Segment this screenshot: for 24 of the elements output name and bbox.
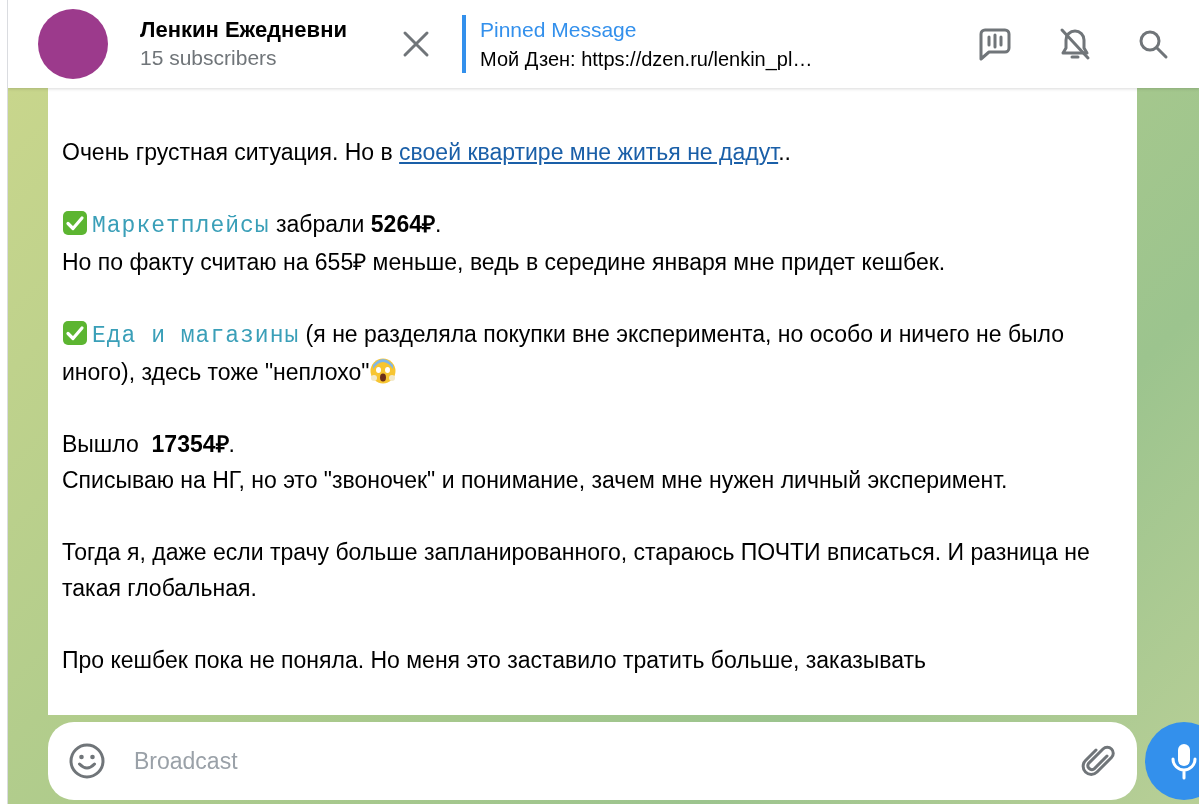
close-icon[interactable] bbox=[402, 30, 430, 58]
smiley-icon[interactable] bbox=[68, 742, 106, 780]
message-text: Тогда я, даже если трачу больше запланированного, стараюсь ПОЧТИ вписаться. И разница не такая глобальная. bbox=[62, 538, 1091, 603]
message-text: Вышло 17354₽. bbox=[62, 430, 236, 459]
voice-chat-icon[interactable] bbox=[977, 26, 1013, 62]
text-link[interactable]: своей квартире мне житья не дадут bbox=[399, 139, 779, 165]
message-text: Очень грустная ситуация. Но в своей квартире мне житья не дадут.. bbox=[62, 138, 792, 167]
subscriber-count: 15 subscribers bbox=[140, 45, 278, 71]
pinned-message[interactable]: Pinned Message Мой Дзен: https://dzen.ru/lenkin_pl… bbox=[462, 15, 882, 73]
message-text: Списываю на НГ, но это "звоночек" и понимание, зачем мне нужен личный эксперимент. bbox=[62, 466, 1009, 495]
message-text: Еда и магазины (я не разделяла покупки вне эксперимента, но особо и ничего не было иного), здесь тоже "неплохо" bbox=[62, 319, 1066, 387]
pinned-label: Pinned Message bbox=[480, 17, 638, 43]
message-text: Про кешбек пока не поняла. Но меня это заставило тратить больше, заказывать bbox=[62, 646, 928, 675]
shocked-face-icon bbox=[369, 357, 398, 385]
message-input[interactable]: Broadcast bbox=[134, 743, 1081, 779]
message-text: Маркетплейсы забрали 5264₽. bbox=[62, 206, 1127, 244]
check-mark-icon bbox=[62, 320, 88, 346]
message-composer[interactable]: Broadcast bbox=[48, 722, 1137, 800]
message-text: Но по факту считаю на 655₽ меньше, ведь в середине января мне придет кешбек. bbox=[62, 248, 947, 277]
channel-title: Ленкин Ежедневни bbox=[140, 16, 348, 44]
microphone-icon bbox=[1169, 741, 1199, 781]
check-mark-icon bbox=[62, 210, 88, 236]
pinned-text: Мой Дзен: https://dzen.ru/lenkin_pl… bbox=[480, 47, 814, 73]
search-icon[interactable] bbox=[1137, 28, 1169, 60]
